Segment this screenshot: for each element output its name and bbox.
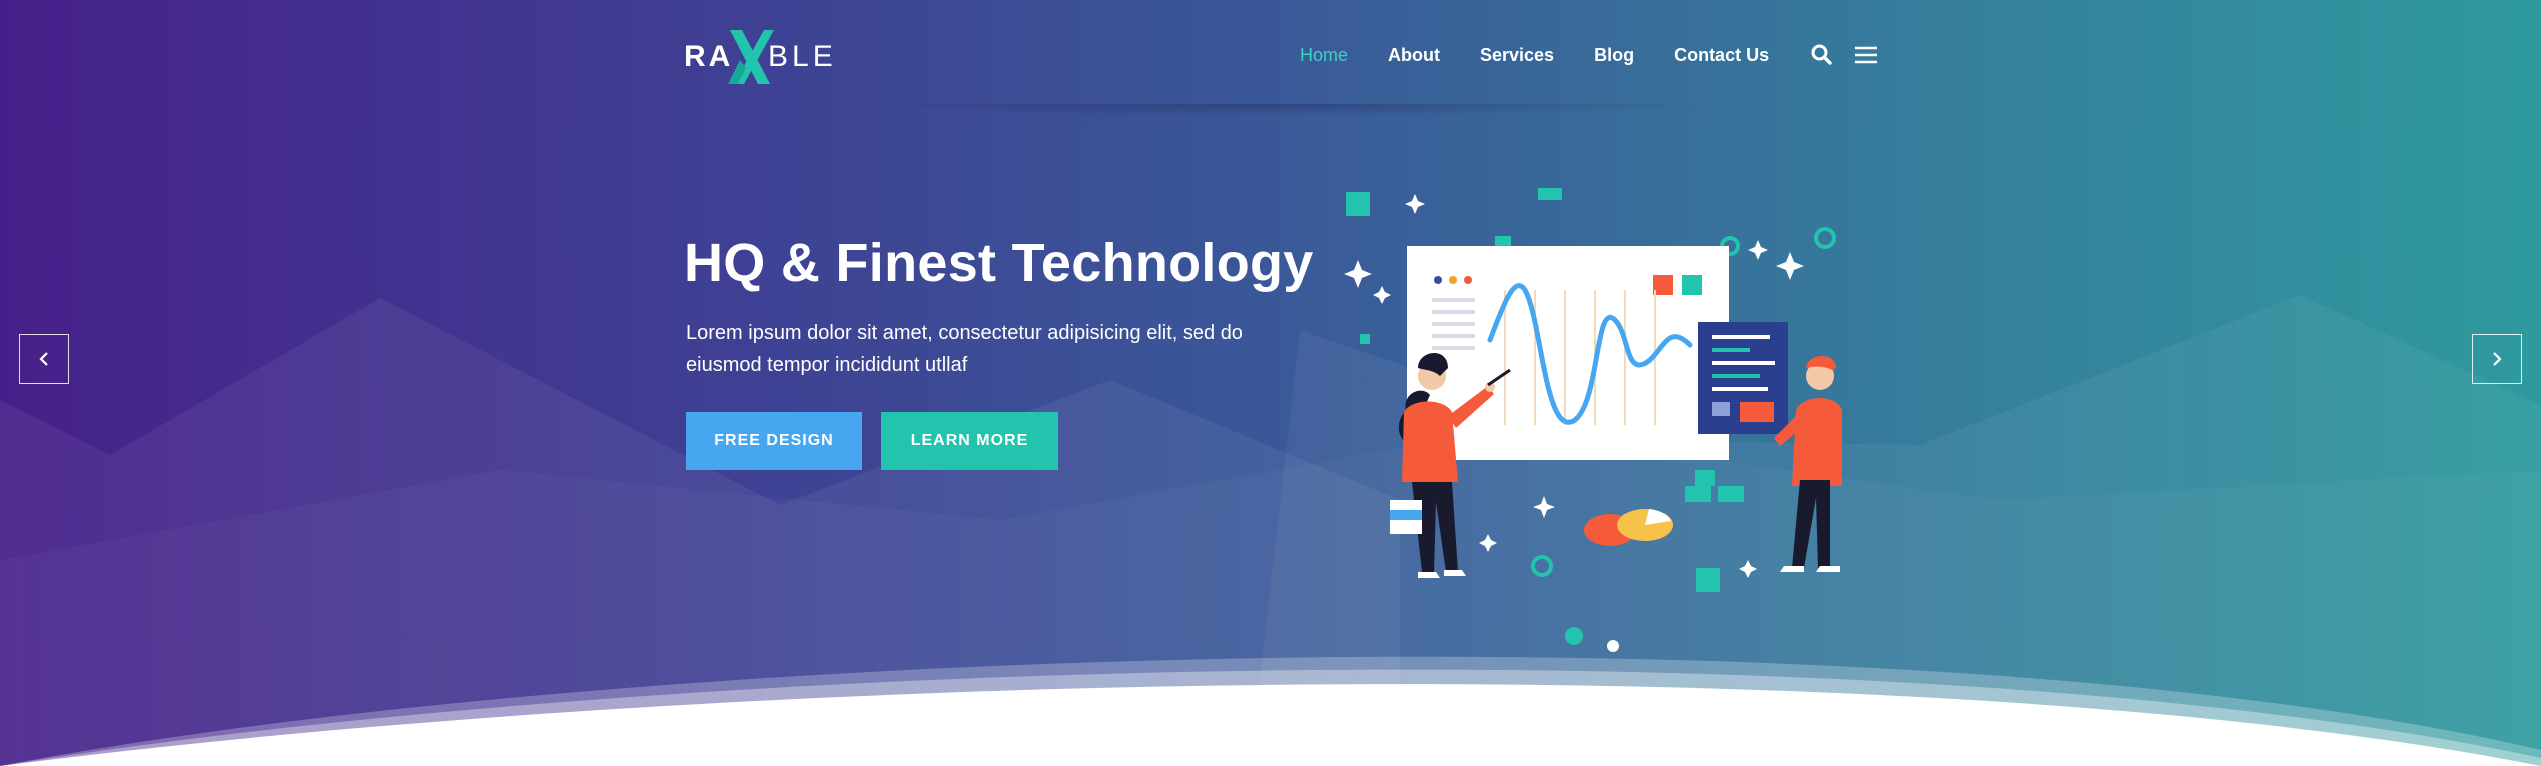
chevron-right-icon [2493,352,2502,366]
main-nav: Home About Services Blog Contact Us [1300,40,1897,70]
nav-home[interactable]: Home [1300,45,1348,66]
nav-blog[interactable]: Blog [1594,45,1634,66]
site-header: RA BLE Home About Services Blog Contact … [0,0,2541,116]
header-shadow [820,104,1720,116]
free-design-button[interactable]: FREE DESIGN [686,412,862,470]
menu-icon[interactable] [1853,42,1879,68]
hero-illustration [1344,188,1842,652]
search-icon[interactable] [1809,42,1835,68]
hero-description: Lorem ipsum dolor sit amet, consectetur … [686,322,1243,376]
chevron-left-icon [39,352,48,366]
slider-next-button[interactable] [2472,334,2522,384]
slider-prev-button[interactable] [19,334,69,384]
hero-bottom-curve [0,656,2541,766]
logo-text-right: BLE [768,40,837,73]
nav-contact-us[interactable]: Contact Us [1674,45,1769,66]
hero-section: RA BLE Home About Services Blog Contact … [0,0,2541,766]
nav-about[interactable]: About [1388,45,1440,66]
nav-services[interactable]: Services [1480,45,1554,66]
logo[interactable]: RA BLE [684,28,834,90]
hero-title: HQ & Finest Technology [684,233,1314,293]
learn-more-button[interactable]: LEARN MORE [881,412,1058,470]
